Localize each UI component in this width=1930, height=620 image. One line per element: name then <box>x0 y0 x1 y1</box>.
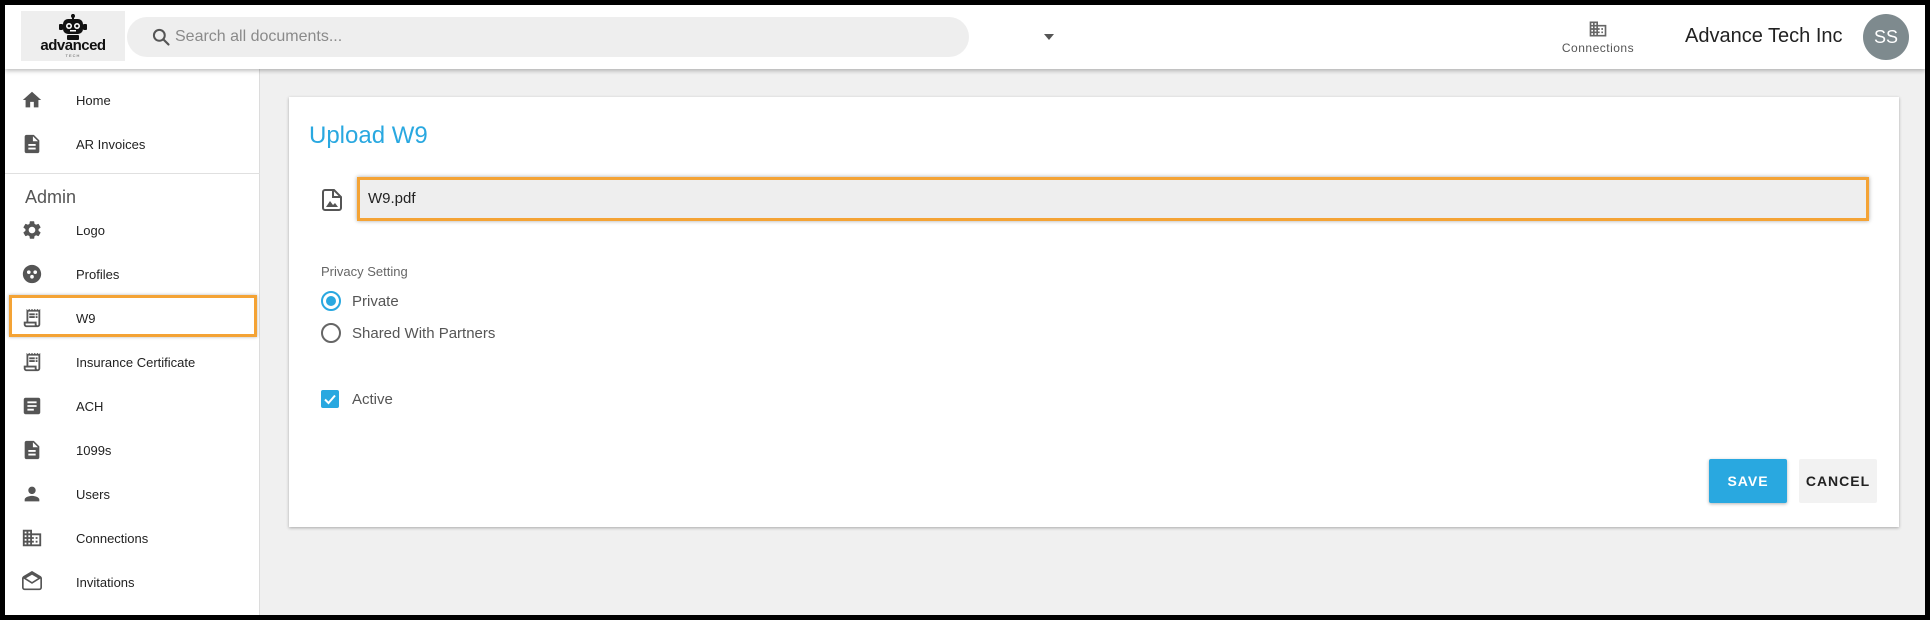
home-icon <box>22 91 42 108</box>
upload-w9-card: Upload W9 W9.pdf Privacy Setting Private… <box>289 97 1899 527</box>
sidebar-item-ach[interactable]: ACH <box>5 384 260 428</box>
logo-text: advanced <box>40 37 106 54</box>
document-icon <box>24 134 40 154</box>
document-icon <box>24 440 40 460</box>
envelope-open-icon <box>22 571 42 591</box>
article-icon <box>23 397 41 415</box>
building-icon <box>1589 21 1607 37</box>
radio-label: Private <box>352 292 399 310</box>
file-name-field[interactable]: W9.pdf <box>357 177 1869 221</box>
active-checkbox[interactable] <box>321 390 339 408</box>
search-input[interactable] <box>175 25 895 49</box>
avatar[interactable]: SS <box>1863 14 1909 60</box>
sidebar-item-connections[interactable]: Connections <box>5 516 260 560</box>
sidebar-item-profiles[interactable]: Profiles <box>5 252 260 296</box>
sidebar-item-label: Insurance Certificate <box>76 354 196 370</box>
radio-shared-with-partners[interactable]: Shared With Partners <box>321 321 495 345</box>
radio-button[interactable] <box>321 323 341 343</box>
sidebar-item-1099s[interactable]: 1099s <box>5 428 260 472</box>
logo-subtext: TECH <box>65 53 81 58</box>
search-bar[interactable] <box>127 17 1054 57</box>
person-icon <box>24 486 40 502</box>
gear-icon <box>23 221 41 239</box>
sidebar-item-users[interactable]: Users <box>5 472 260 516</box>
save-button[interactable]: SAVE <box>1709 459 1787 503</box>
sidebar-item-label: ACH <box>76 398 104 414</box>
privacy-setting-label: Privacy Setting <box>321 264 408 279</box>
page-title: Upload W9 <box>309 122 428 149</box>
sidebar-item-label: Logo <box>76 222 105 238</box>
sidebar-divider <box>5 173 260 174</box>
sidebar-item-home[interactable]: Home <box>5 78 260 122</box>
cancel-button[interactable]: CANCEL <box>1799 459 1877 503</box>
sidebar-item-label: Profiles <box>76 266 120 282</box>
file-name-value: W9.pdf <box>368 190 416 207</box>
sidebar: Home AR Invoices Admin Logo Profiles W9 … <box>5 69 260 615</box>
sidebar-item-label: AR Invoices <box>76 136 146 152</box>
sidebar-item-logo[interactable]: Logo <box>5 208 260 252</box>
sidebar-item-label: Invitations <box>76 574 135 590</box>
sidebar-item-label: Users <box>76 486 110 502</box>
sidebar-item-label: Connections <box>76 530 149 546</box>
chevron-down-icon[interactable] <box>1043 33 1055 41</box>
sidebar-item-label: 1099s <box>76 442 112 458</box>
admin-heading: Admin <box>25 187 77 207</box>
active-checkbox-row[interactable]: Active <box>321 387 393 411</box>
company-name: Advance Tech Inc <box>1685 25 1843 47</box>
sidebar-item-insurance-certificate[interactable]: Insurance Certificate <box>5 340 260 384</box>
logo[interactable]: advanced TECH <box>21 11 125 61</box>
top-bar: advanced TECH Connections Advance Tech I… <box>5 5 1925 69</box>
profiles-icon <box>22 264 42 284</box>
receipt-icon <box>23 352 41 372</box>
building-icon <box>22 529 42 547</box>
w9-highlight-box <box>9 295 257 337</box>
sidebar-item-label: Home <box>76 92 111 108</box>
sidebar-item-ar-invoices[interactable]: AR Invoices <box>5 122 260 166</box>
radio-private[interactable]: Private <box>321 289 399 313</box>
app-frame: advanced TECH Connections Advance Tech I… <box>5 5 1925 615</box>
search-icon <box>152 28 170 46</box>
radio-button[interactable] <box>321 291 341 311</box>
active-label: Active <box>352 390 393 408</box>
connections-top-label: Connections <box>1561 41 1635 55</box>
radio-label: Shared With Partners <box>352 324 496 342</box>
connections-top-button[interactable]: Connections <box>1553 19 1643 59</box>
checkmark-icon <box>324 394 336 405</box>
file-image-icon <box>322 189 342 211</box>
sidebar-item-invitations[interactable]: Invitations <box>5 560 260 604</box>
